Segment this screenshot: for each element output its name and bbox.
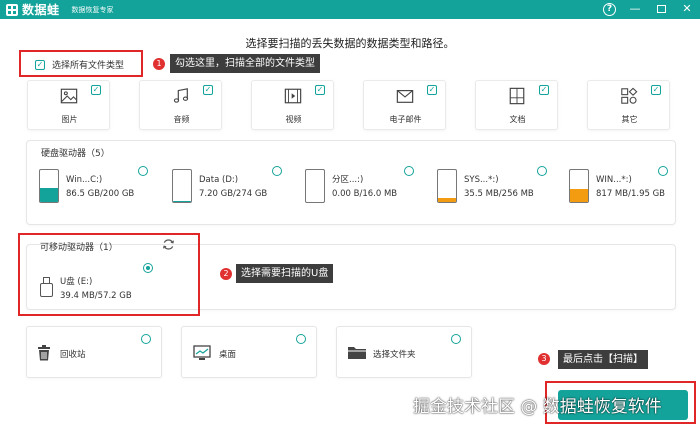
app-subtitle: 数据恢复专家 — [71, 5, 114, 14]
mail-icon — [396, 90, 414, 103]
drive-size: 35.5 MB/256 MB — [464, 189, 534, 199]
location-label: 桌面 — [219, 350, 237, 360]
video-icon — [284, 88, 302, 104]
image-icon — [60, 88, 78, 104]
drive-icon — [39, 169, 59, 203]
drive-size: 7.20 GB/274 GB — [199, 189, 268, 199]
file-type-label: 音频 — [173, 115, 190, 124]
location-recycle-bin[interactable]: 回收站 — [26, 326, 162, 378]
app-name: 数据蛙 — [22, 3, 60, 17]
drive-icon — [569, 169, 589, 203]
drive-icon — [437, 169, 457, 203]
maximize-icon — [656, 5, 666, 13]
file-type-label: 图片 — [61, 115, 78, 124]
file-type-label: 文档 — [509, 115, 526, 124]
file-type-image[interactable]: ✓ 图片 — [27, 80, 110, 130]
location-desktop[interactable]: 桌面 — [181, 326, 317, 378]
drive-radio[interactable] — [404, 166, 414, 176]
minimize-button[interactable]: — — [628, 2, 642, 16]
desktop-icon — [193, 345, 211, 360]
checkbox-checked-icon[interactable]: ✓ — [539, 85, 549, 95]
drive-icon — [305, 169, 325, 203]
callout-number-2: 2 — [220, 268, 232, 280]
drive-name: U盘 (E:) — [60, 277, 93, 287]
file-type-label: 其它 — [621, 115, 638, 124]
location-radio[interactable] — [296, 334, 306, 344]
file-type-other[interactable]: ✓ 其它 — [587, 80, 670, 130]
drive-name: SYS...*:) — [464, 175, 499, 185]
drive-item[interactable]: Win...C:) 86.5 GB/200 GB — [39, 169, 134, 203]
drive-icon — [172, 169, 192, 203]
drive-item[interactable]: 分区...:) 0.00 B/16.0 MB — [305, 169, 397, 203]
checkbox-checked-icon[interactable]: ✓ — [427, 85, 437, 95]
help-button[interactable]: ? — [603, 2, 616, 16]
drive-radio[interactable] — [272, 166, 282, 176]
select-all-label: 选择所有文件类型 — [52, 61, 125, 71]
checkbox-checked-icon[interactable]: ✓ — [315, 85, 325, 95]
drive-radio[interactable] — [138, 166, 148, 176]
usb-drive-icon — [40, 277, 53, 297]
other-icon — [621, 87, 638, 104]
location-label: 回收站 — [60, 350, 86, 360]
music-icon — [173, 88, 189, 103]
drive-size: 817 MB/1.95 GB — [596, 189, 666, 199]
title-bar: 数据蛙 数据恢复专家 ? — ✕ — [0, 0, 700, 19]
callout-3: 最后点击【扫描】 — [558, 350, 648, 369]
drive-item[interactable]: SYS...*:) 35.5 MB/256 MB — [437, 169, 534, 203]
page-heading: 选择要扫描的丢失数据的数据类型和路径。 — [245, 37, 455, 50]
select-all-checkbox[interactable]: ✓ 选择所有文件类型 — [35, 58, 124, 71]
file-type-document[interactable]: ✓ 文档 — [475, 80, 558, 130]
maximize-button[interactable] — [654, 2, 668, 16]
hard-drives-panel: 硬盘驱动器（5） Win...C:) 86.5 GB/200 GB Data (D… — [26, 140, 676, 225]
window-controls: ? — ✕ — [603, 2, 694, 16]
location-radio[interactable] — [451, 334, 461, 344]
location-select-folder[interactable]: 选择文件夹 — [336, 326, 472, 378]
close-button[interactable]: ✕ — [680, 2, 694, 16]
drive-radio[interactable] — [658, 166, 668, 176]
drive-name: Data (D:) — [199, 175, 239, 185]
drive-item[interactable]: WIN...*:) 817 MB/1.95 GB — [569, 169, 665, 203]
file-type-label: 电子邮件 — [389, 115, 422, 124]
drive-name: Win...C:) — [66, 175, 103, 185]
callout-2: 选择需要扫描的U盘 — [236, 264, 334, 283]
folder-icon — [348, 347, 366, 359]
usb-drive-item[interactable]: U盘 (E:) 39.4 MB/57.2 GB — [40, 273, 132, 303]
file-type-label: 视频 — [285, 115, 302, 124]
drive-size: 86.5 GB/200 GB — [66, 189, 135, 199]
app-logo: 数据蛙 — [6, 1, 60, 18]
location-radio[interactable] — [141, 334, 151, 344]
checkbox-checked-icon[interactable]: ✓ — [203, 85, 213, 95]
drive-radio[interactable] — [537, 166, 547, 176]
file-type-audio[interactable]: ✓ 音频 — [139, 80, 222, 130]
refresh-icon[interactable] — [162, 238, 175, 251]
checkbox-checked-icon[interactable]: ✓ — [91, 85, 101, 95]
document-icon — [509, 87, 525, 105]
file-type-row: ✓ 图片 ✓ 音频 ✓ 视频 ✓ 电子邮件 ✓ 文档 ✓ 其它 — [27, 80, 670, 133]
logo-icon — [6, 3, 18, 16]
callout-number-1: 1 — [153, 58, 165, 70]
file-type-email[interactable]: ✓ 电子邮件 — [363, 80, 446, 130]
usb-drive-radio[interactable] — [143, 263, 153, 273]
drive-size: 0.00 B/16.0 MB — [332, 189, 398, 199]
location-label: 选择文件夹 — [373, 350, 416, 360]
watermark: 掘金技术社区 @ 数据蛙恢复软件 — [413, 397, 662, 417]
checkbox-checked-icon[interactable]: ✓ — [651, 85, 661, 95]
drive-size: 39.4 MB/57.2 GB — [60, 291, 132, 301]
checkbox-checked-icon: ✓ — [35, 59, 45, 70]
drive-item[interactable]: Data (D:) 7.20 GB/274 GB — [172, 169, 267, 203]
callout-1: 勾选这里，扫描全部的文件类型 — [170, 54, 320, 73]
removable-title: 可移动驱动器（1） — [40, 243, 118, 253]
hard-drives-title: 硬盘驱动器（5） — [41, 149, 110, 159]
trash-icon — [38, 345, 50, 361]
callout-number-3: 3 — [538, 353, 550, 365]
file-type-video[interactable]: ✓ 视频 — [251, 80, 334, 130]
drive-name: 分区...:) — [332, 175, 364, 185]
drive-name: WIN...*:) — [596, 175, 632, 185]
